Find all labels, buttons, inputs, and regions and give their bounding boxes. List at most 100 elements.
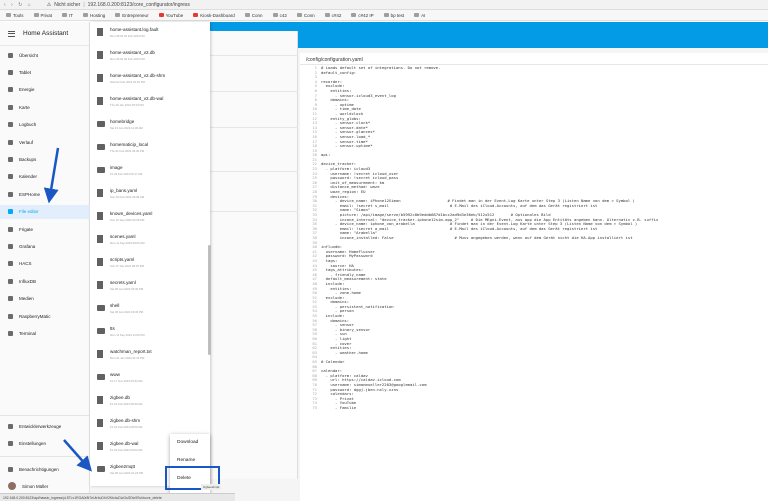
camera-icon bbox=[8, 226, 13, 232]
file-icon bbox=[97, 396, 103, 404]
sidebar-item-profile[interactable]: Simon Müller bbox=[0, 479, 90, 493]
bookmark-label: Conn bbox=[251, 12, 263, 18]
code-area[interactable]: 1 # Loads default set of integrations. Do… bbox=[300, 66, 768, 501]
sidebar-item-grafana[interactable]: Grafana bbox=[0, 239, 90, 253]
file-date: Fri 23 Feb 2024 08:30 AM bbox=[110, 402, 143, 406]
file-name: homematicip_local bbox=[110, 142, 149, 147]
file-date: Sun 10 Sep 2023 02:06 PM bbox=[110, 218, 145, 222]
sidebar-item-file-editor[interactable]: File editor bbox=[0, 204, 90, 219]
bookmark-item[interactable]: c#42 bbox=[324, 13, 341, 18]
file-list-item[interactable]: homebridge Sat 13 Jan 2024 11:39 AM bbox=[90, 114, 210, 137]
chart-icon bbox=[8, 243, 13, 249]
bookmark-item[interactable]: YouTube bbox=[158, 13, 183, 18]
file-name: tts bbox=[110, 326, 115, 331]
bookmark-item[interactable]: Privat bbox=[33, 13, 52, 18]
file-list-item[interactable]: scenes.yaml Mon 11 Sep 2023 08:00 AM bbox=[90, 229, 210, 252]
code-line: 75 - Familie bbox=[300, 405, 768, 411]
bookmark-item[interactable]: Kiosk-Dashboard bbox=[193, 13, 235, 18]
file-name: zigbee.db-shm bbox=[110, 418, 141, 423]
menu-icon[interactable] bbox=[8, 30, 15, 37]
sidebar-item-label: ESPHome bbox=[19, 191, 41, 197]
file-date: Sun 07 Jan 2024 08:15 PM bbox=[110, 264, 144, 268]
file-list-item[interactable]: home-assistant_v2.db-wal Thu 26 Jan 2024 … bbox=[90, 91, 210, 114]
app-title: Home Assistant bbox=[23, 30, 69, 37]
sidebar-item--bersicht[interactable]: Übersicht bbox=[0, 48, 90, 62]
folder-icon bbox=[383, 13, 389, 17]
bookmark-item[interactable]: Tools bbox=[6, 13, 24, 18]
file-icon bbox=[97, 189, 103, 197]
sidebar-item-developer-tools[interactable]: Entwicklerwerkzeuge bbox=[0, 419, 90, 433]
sidebar-item-label: Tablet bbox=[19, 69, 32, 75]
sidebar-item-raspberrymatic[interactable]: RaspberryMatic bbox=[0, 309, 90, 323]
code-text: api: bbox=[321, 152, 331, 158]
file-list-item[interactable]: shell Sat 06 Jan 2024 03:30 PM bbox=[90, 298, 210, 321]
bookmark-label: c42 bbox=[279, 12, 287, 18]
file-list-item[interactable]: home-assistant_v2.db Mon 04:04 02 Feb 202… bbox=[90, 45, 210, 68]
browser-nav-buttons[interactable]: ‹ › ↻ ⌂ bbox=[0, 2, 33, 8]
file-date: Mon 11 Sep 2023 08:00 AM bbox=[110, 241, 145, 245]
wrench-icon bbox=[8, 209, 13, 215]
file-list-item[interactable]: www Fri 17 Nov 2023 09:24 AM bbox=[90, 367, 210, 390]
file-list-item[interactable]: zigbee.db-shm Fri 23 Feb 2024 08:59 AM bbox=[90, 413, 210, 436]
sidebar-item-karte[interactable]: Karte bbox=[0, 100, 90, 114]
folder-icon bbox=[97, 144, 105, 150]
download-menu-item[interactable]: Download bbox=[177, 440, 198, 445]
sidebar-item-tablet[interactable]: Tablet bbox=[0, 65, 90, 79]
map-icon bbox=[8, 104, 13, 110]
file-list-item[interactable]: zigbee.db Fri 23 Feb 2024 08:30 AM bbox=[90, 390, 210, 413]
file-icon bbox=[97, 281, 103, 289]
bookmark-label: Hosting bbox=[90, 12, 106, 18]
file-list-item[interactable]: tts Mon 11 Sep 2023 12:00 PM bbox=[90, 321, 210, 344]
sidebar-item-terminal[interactable]: Terminal bbox=[0, 326, 90, 340]
file-list-item[interactable]: ip_bans.yaml Sun 04 Feb 2024 09:39 AM bbox=[90, 183, 210, 206]
database-icon bbox=[8, 278, 13, 284]
sidebar-item-verlauf[interactable]: Verlauf bbox=[0, 135, 90, 149]
code-editor[interactable]: /config/configuration.yaml 1 # Loads defa… bbox=[300, 53, 768, 501]
file-date: Fri 23 Feb 2024 08:59 AM bbox=[110, 425, 143, 429]
file-list-item[interactable]: scripts.yaml Sun 07 Jan 2024 08:15 PM bbox=[90, 252, 210, 275]
sidebar-item-medien[interactable]: Medien bbox=[0, 292, 90, 306]
file-icon bbox=[97, 28, 103, 36]
sidebar-item-notifications[interactable]: Benachrichtigungen bbox=[0, 462, 90, 476]
file-list-item[interactable]: homematicip_local Thu 01 Feb 2024 03:49 P… bbox=[90, 137, 210, 160]
file-list-item[interactable]: home-assistant.log.fault Mon 09:04 02 Feb… bbox=[90, 22, 210, 45]
folder-icon bbox=[351, 13, 357, 17]
file-list-item[interactable]: image Fri 23 Feb 2024 06:17 AM bbox=[90, 160, 210, 183]
bookmark-item[interactable]: Entrepreneur bbox=[115, 13, 149, 18]
bookmark-item[interactable]: bp test bbox=[383, 13, 404, 18]
code-text: # Calendar bbox=[321, 359, 345, 364]
file-name: zigbee2mqtt bbox=[110, 464, 136, 469]
bookmark-item[interactable]: AI bbox=[414, 13, 425, 18]
file-list-item[interactable]: watchman_report.txt Mon 01 Jan 2024 01:31… bbox=[90, 344, 210, 367]
bookmarks-bar: Tools Privat IT Hosting Entrepreneur YouTube K… bbox=[0, 10, 768, 21]
bookmark-item[interactable]: Conn bbox=[296, 13, 315, 18]
file-list-item[interactable]: home-assistant_v2.db-shm Wed 02 Feb 2024 … bbox=[90, 68, 210, 91]
sidebar-item-logbuch[interactable]: Logbuch bbox=[0, 118, 90, 132]
folder-icon bbox=[97, 374, 105, 380]
bookmark-item[interactable]: Conn bbox=[244, 12, 263, 18]
sidebar-item-label: Terminal bbox=[19, 330, 37, 336]
sidebar-item-label: RaspberryMatic bbox=[19, 313, 51, 319]
file-list-item[interactable]: known_devices.yaml Sun 10 Sep 2023 02:06 … bbox=[90, 206, 210, 229]
file-list-item[interactable]: secrets.yaml Sat 06 Jan 2024 03:40 PM bbox=[90, 275, 210, 298]
folder-icon bbox=[296, 13, 302, 17]
sidebar-item-energie[interactable]: Energie bbox=[0, 83, 90, 97]
bookmark-item[interactable]: c#42 IP bbox=[351, 13, 374, 18]
file-name: home-assistant.log.fault bbox=[110, 27, 159, 32]
file-date: Thu 01 Feb 2024 03:49 PM bbox=[110, 149, 145, 153]
bookmark-item[interactable]: IT bbox=[62, 13, 73, 18]
bookmark-item[interactable]: Hosting bbox=[83, 13, 105, 18]
sidebar-item-frigate[interactable]: Frigate bbox=[0, 222, 90, 236]
sidebar-item-influxdb[interactable]: InfluxDB bbox=[0, 274, 90, 288]
sidebar-item-backups[interactable]: Backups bbox=[0, 152, 90, 166]
bookmark-item[interactable]: c42 bbox=[272, 12, 287, 18]
sidebar-item-esphome[interactable]: ESPHome bbox=[0, 187, 90, 201]
file-list-scrollbar[interactable] bbox=[208, 245, 211, 355]
sidebar-item-kalender[interactable]: Kalender bbox=[0, 170, 90, 184]
sidebar-item-label: File editor bbox=[19, 209, 39, 215]
url-text[interactable]: 192.168.0.200:8123/core_configurator/ing… bbox=[88, 2, 190, 8]
sidebar-item-settings[interactable]: Einstellungen bbox=[0, 436, 90, 450]
rename-menu-item[interactable]: Rename bbox=[177, 458, 195, 463]
terminal-icon bbox=[8, 330, 13, 336]
sidebar-item-hacs[interactable]: HACS bbox=[0, 257, 90, 271]
